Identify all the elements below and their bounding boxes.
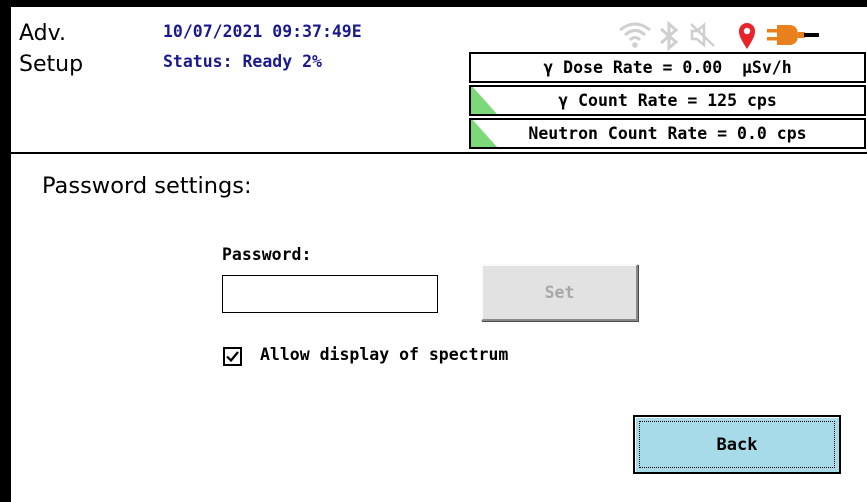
- status-label: Status: Ready 2%: [163, 52, 322, 71]
- dose-rate-box: γ Dose Rate = 0.00 μSv/h: [469, 52, 866, 83]
- neutron-rate-indicator: [471, 120, 497, 147]
- speaker-muted-icon: [690, 22, 715, 48]
- status-icon-bar: [618, 21, 856, 51]
- section-title: Password settings:: [42, 173, 252, 199]
- header-divider: [11, 152, 867, 154]
- gamma-rate-indicator: [471, 87, 497, 114]
- location-pin-icon: [739, 23, 755, 49]
- password-label: Password:: [222, 245, 312, 264]
- page-title-line2: Setup: [19, 52, 84, 77]
- back-button[interactable]: Back: [633, 415, 841, 474]
- screen: Adv. Setup 10/07/2021 09:37:49E Status: …: [11, 7, 867, 502]
- neutron-count-rate-box: Neutron Count Rate = 0.0 cps: [469, 118, 866, 149]
- set-button-label: Set: [544, 283, 575, 302]
- neutron-count-rate-value: Neutron Count Rate = 0.0 cps: [528, 124, 807, 143]
- datetime-label: 10/07/2021 09:37:49E: [163, 22, 362, 41]
- gamma-count-rate-value: γ Count Rate = 125 cps: [558, 91, 777, 110]
- wifi-icon: [619, 22, 651, 48]
- power-plug-icon: [767, 25, 819, 45]
- page-title: Adv. Setup: [19, 18, 83, 80]
- set-button[interactable]: Set: [481, 264, 638, 321]
- bluetooth-icon: [660, 21, 679, 51]
- gamma-count-rate-box: γ Count Rate = 125 cps: [469, 85, 866, 116]
- page-title-line1: Adv.: [19, 21, 66, 46]
- allow-spectrum-label[interactable]: Allow display of spectrum: [260, 345, 508, 364]
- back-button-label: Back: [716, 434, 758, 455]
- password-input[interactable]: [222, 275, 438, 313]
- checkmark-icon: [226, 351, 239, 363]
- dose-rate-value: γ Dose Rate = 0.00 μSv/h: [543, 58, 792, 77]
- allow-spectrum-checkbox[interactable]: [223, 347, 242, 366]
